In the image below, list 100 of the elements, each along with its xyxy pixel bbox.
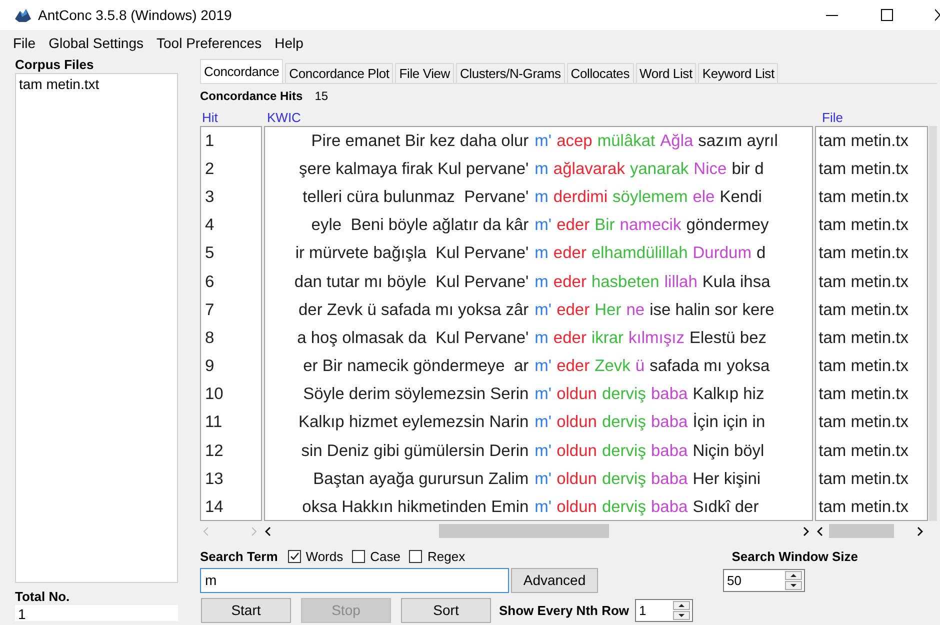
collocate-word: eder (553, 328, 586, 348)
search-hit: m' (534, 385, 552, 404)
file-name: tam metin.tx (818, 300, 909, 320)
advanced-button[interactable]: Advanced (511, 568, 598, 592)
left-context: şere kalmaya firak Kul pervane' (298, 160, 530, 179)
hit-number: 3 (205, 188, 214, 207)
column-header[interactable]: KWIC (267, 110, 819, 125)
hit-number: 8 (205, 328, 214, 348)
menu-item[interactable]: Tool Preferences (156, 34, 263, 50)
tab[interactable]: Concordance (200, 59, 284, 83)
checkbox[interactable] (288, 550, 301, 562)
search-hit: m' (534, 216, 552, 236)
hit-number: 7 (205, 300, 214, 320)
search-hit: m' (534, 498, 552, 518)
spinner-arrows-icon[interactable] (785, 570, 802, 590)
search-hit: m (534, 188, 548, 207)
tab[interactable]: File View (395, 63, 454, 83)
tab[interactable]: Word List (636, 63, 696, 83)
right-context: Kula ihsa (702, 272, 770, 292)
column-header[interactable]: File (819, 110, 843, 125)
file-item[interactable]: tam metin.txt (19, 76, 174, 92)
menu-item[interactable]: Global Settings (48, 34, 145, 50)
tab[interactable]: Collocates (566, 63, 634, 83)
search-hit: m' (534, 413, 552, 432)
left-context: Kalkıp hizmet eylemezsin Narin (298, 413, 530, 432)
file-name: tam metin.tx (818, 216, 909, 236)
collocate-word: oldun (556, 413, 597, 432)
tab[interactable]: Clusters/N-Grams (456, 63, 565, 83)
collocate-word: Zevk (594, 357, 630, 376)
search-field[interactable]: m (200, 568, 509, 592)
checkbox-label[interactable]: Regex (427, 548, 466, 564)
right-context: Kalkıp hiz (692, 385, 764, 404)
scroll-right-icon[interactable] (803, 526, 809, 536)
right-context: Kendi (720, 188, 762, 207)
scroll-right-icon[interactable] (917, 526, 923, 536)
maximize-icon[interactable] (881, 9, 893, 21)
left-context: er Bir namecik göndermeye ar (302, 357, 530, 376)
scroll-left-icon[interactable] (265, 526, 271, 536)
collocate-word: Her (594, 300, 622, 320)
app-icon (14, 8, 32, 22)
menu-item[interactable]: Help (274, 34, 304, 50)
left-context: Söyle derim söylemezsin Serin (302, 385, 530, 404)
left-context: ir mürvete bağışla Kul Pervane' (294, 244, 530, 264)
collocate-word: derviş (602, 470, 646, 489)
collocate-word: derviş (602, 385, 646, 404)
search-hit: m' (534, 442, 552, 461)
file-name: tam metin.tx (818, 160, 909, 179)
tab[interactable]: Keyword List (698, 63, 778, 83)
checkbox[interactable] (409, 550, 422, 562)
window-size-spinner[interactable]: 50 (723, 568, 805, 592)
action-button[interactable]: Start (201, 598, 291, 622)
collocate-word: kılmışız (628, 328, 684, 348)
scroll-left-icon[interactable] (817, 526, 823, 536)
right-context: safada mı yoksa (650, 357, 770, 376)
menu-item[interactable]: File (12, 34, 37, 50)
left-context: a hoş olmasak da Kul Pervane' (296, 328, 530, 348)
nth-row-spinner[interactable]: 1 (635, 598, 694, 622)
tab[interactable]: Concordance Plot (285, 63, 394, 83)
checkbox[interactable] (352, 550, 366, 562)
collocate-word: derviş (602, 498, 646, 518)
collocate-word: oldun (556, 498, 597, 518)
collocate-word: oldun (556, 470, 597, 489)
search-hit: m' (534, 357, 552, 376)
hits-count: 15 (314, 89, 328, 103)
close-icon[interactable] (935, 9, 940, 21)
collocate-word: söylemem (612, 188, 688, 207)
checkbox-label[interactable]: Words (306, 548, 344, 564)
collocate-word: hasbeten (591, 272, 660, 292)
vertical-scrollbar[interactable] (929, 126, 937, 521)
panel-label: Corpus Files (15, 57, 95, 73)
collocate-word: lillah (664, 272, 698, 292)
search-hit: m (534, 160, 548, 179)
file-name: tam metin.tx (818, 132, 909, 151)
search-hit: m' (534, 470, 552, 489)
hit-number: 4 (205, 216, 214, 236)
spinner-arrows-icon[interactable] (673, 600, 690, 620)
hit-number: 1 (205, 132, 214, 151)
action-button[interactable]: Sort (401, 598, 491, 622)
right-context: sazım ayrıl (698, 132, 778, 151)
right-context: bir d (732, 160, 764, 179)
collocate-word: eder (553, 244, 586, 264)
hit-number: 9 (205, 357, 214, 376)
right-context: Elestü bez (689, 328, 767, 348)
left-context: Baştan ayağa gurursun Zalim (312, 470, 530, 489)
column-header[interactable]: Hit (197, 110, 267, 125)
collocate-word: eder (553, 272, 586, 292)
collocate-word: ağlavarak (553, 160, 625, 179)
left-context: sin Deniz gibi gümülersin Derin (300, 442, 530, 461)
file-name: tam metin.tx (818, 188, 909, 207)
collocate-word: yanarak (630, 160, 689, 179)
collocate-word: baba (650, 470, 688, 489)
search-term-label: Search Term (200, 548, 278, 564)
collocate-word: mülâkat (597, 132, 656, 151)
collocate-word: Ağla (660, 132, 694, 151)
left-context: eyle Beni böyle ağlatır da kâr (310, 216, 530, 236)
hit-number: 12 (205, 442, 224, 461)
checkbox-label[interactable]: Case (370, 548, 400, 564)
search-hit: m (534, 272, 548, 292)
file-name: tam metin.tx (818, 385, 909, 404)
total-count: 1 (15, 605, 178, 621)
